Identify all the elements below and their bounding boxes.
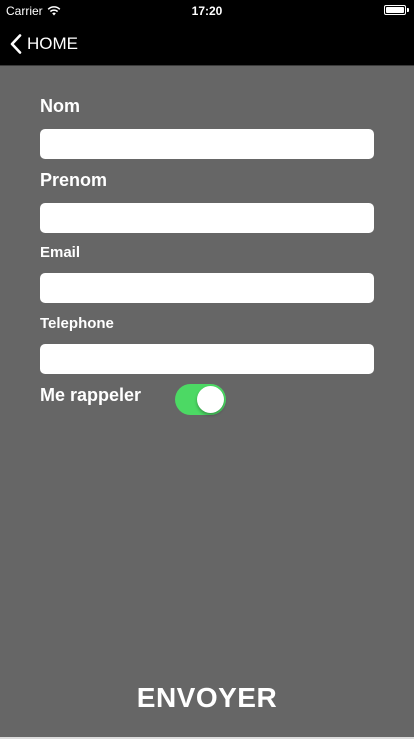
toggle-knob: [197, 386, 224, 413]
battery-level: [386, 7, 404, 13]
nom-label: Nom: [40, 96, 80, 116]
callback-label: Me rappeler: [40, 385, 142, 405]
send-button[interactable]: ENVOYER: [0, 682, 414, 714]
nom-field[interactable]: [40, 129, 374, 159]
telephone-label: Telephone: [40, 315, 114, 332]
prenom-field[interactable]: [40, 203, 374, 233]
email-field[interactable]: [40, 273, 374, 303]
telephone-field[interactable]: [40, 344, 374, 374]
nav-bar: HOME: [0, 22, 414, 66]
status-bar: Carrier 17:20: [0, 0, 414, 22]
chevron-left-icon: [10, 33, 22, 54]
email-label: Email: [40, 244, 81, 261]
screen: Carrier 17:20 HOME Nom Prenom Email Tele…: [0, 0, 414, 739]
back-button-label: HOME: [27, 33, 78, 53]
callback-toggle[interactable]: [175, 384, 226, 415]
status-time: 17:20: [191, 4, 223, 18]
battery-icon: [384, 5, 409, 15]
back-button[interactable]: HOME: [10, 30, 78, 57]
prenom-label: Prenom: [40, 170, 108, 190]
